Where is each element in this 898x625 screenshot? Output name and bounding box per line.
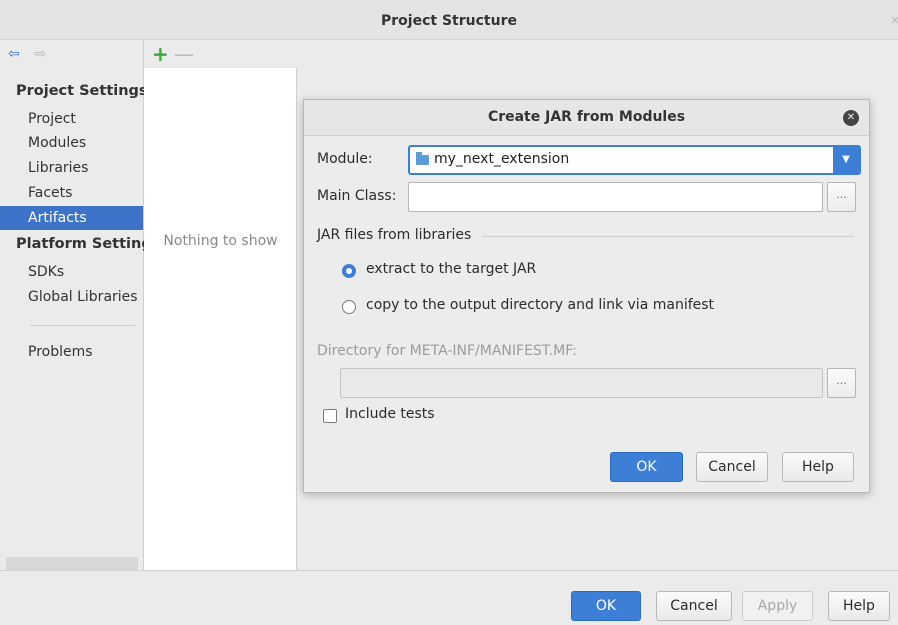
copy-radio[interactable] — [342, 300, 356, 314]
artifact-list-panel: + — Nothing to show — [144, 40, 297, 570]
section-platform-settings: Platform Settings — [16, 236, 151, 252]
window-close-icon[interactable]: × — [890, 13, 898, 27]
main-class-browse-button[interactable]: ... — [827, 182, 856, 212]
sidebar-item-artifacts[interactable]: Artifacts — [0, 206, 143, 230]
manifest-dir-label: Directory for META-INF/MANIFEST.MF: — [317, 343, 577, 359]
chevron-down-icon[interactable]: ▼ — [833, 147, 859, 173]
window-title: Project Structure — [381, 13, 517, 29]
sidebar-item-sdks[interactable]: SDKs — [0, 260, 143, 284]
jar-files-group-label: JAR files from libraries — [317, 227, 472, 243]
manifest-dir-browse-button[interactable]: ... — [827, 368, 856, 398]
forward-arrow-icon[interactable]: ⇨ — [34, 46, 46, 62]
title-bar: Project Structure × — [0, 0, 898, 40]
create-jar-dialog: Create JAR from Modules ✕ Module: my_nex… — [303, 99, 870, 493]
dialog-title: Create JAR from Modules — [487, 109, 686, 125]
sidebar-item-project[interactable]: Project — [0, 107, 143, 131]
extract-radio[interactable] — [342, 264, 356, 278]
bottom-button-bar: OK Cancel Apply Help — [0, 570, 898, 625]
dialog-title-bar: Create JAR from Modules ✕ — [304, 100, 869, 136]
cancel-button[interactable]: Cancel — [656, 591, 732, 621]
include-tests-label[interactable]: Include tests — [345, 406, 435, 422]
module-label: Module: — [317, 151, 373, 167]
apply-button: Apply — [742, 591, 813, 621]
dialog-help-button[interactable]: Help — [782, 452, 854, 482]
group-separator — [482, 236, 854, 237]
sidebar-item-problems[interactable]: Problems — [0, 340, 143, 364]
dialog-ok-button[interactable]: OK — [610, 452, 683, 482]
manifest-dir-input — [340, 368, 823, 398]
copy-radio-label[interactable]: copy to the output directory and link vi… — [366, 297, 714, 313]
sidebar-item-facets[interactable]: Facets — [0, 181, 143, 205]
module-dropdown[interactable]: my_next_extension ▼ — [408, 145, 861, 175]
sidebar-scrollbar[interactable] — [6, 557, 138, 570]
section-project-settings: Project Settings — [16, 83, 148, 99]
main-class-input[interactable] — [408, 182, 823, 212]
back-arrow-icon[interactable]: ⇦ — [8, 46, 20, 62]
sidebar-item-libraries[interactable]: Libraries — [0, 156, 143, 180]
ok-button[interactable]: OK — [571, 591, 641, 621]
settings-sidebar: ⇦ ⇨ Project Settings Project Modules Lib… — [0, 40, 151, 570]
module-dropdown-value: my_next_extension — [434, 151, 570, 167]
nav-arrows: ⇦ ⇨ — [8, 46, 56, 62]
sidebar-divider — [30, 325, 135, 326]
project-structure-window: Project Structure × ⇦ ⇨ Project Settings… — [0, 0, 898, 625]
empty-list-text: Nothing to show — [163, 233, 278, 249]
dialog-cancel-button[interactable]: Cancel — [696, 452, 768, 482]
help-button[interactable]: Help — [828, 591, 890, 621]
dialog-close-icon[interactable]: ✕ — [843, 110, 859, 126]
add-icon[interactable]: + — [152, 42, 169, 66]
main-class-label: Main Class: — [317, 188, 397, 204]
remove-icon[interactable]: — — [174, 42, 194, 66]
list-toolbar: + — — [144, 40, 297, 68]
module-folder-icon — [416, 152, 429, 165]
sidebar-item-modules[interactable]: Modules — [0, 131, 143, 155]
extract-radio-label[interactable]: extract to the target JAR — [366, 261, 536, 277]
include-tests-checkbox[interactable] — [323, 409, 337, 423]
sidebar-item-global-libraries[interactable]: Global Libraries — [0, 285, 143, 309]
